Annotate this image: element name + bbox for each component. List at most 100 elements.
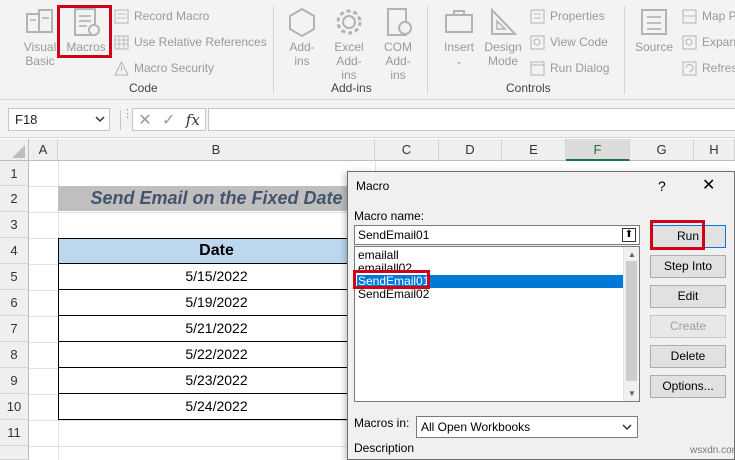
- formula-bar-separator: [120, 110, 121, 130]
- refresh-data-button[interactable]: Refresh: [682, 60, 735, 76]
- selected-macro-highlight-box: [353, 270, 430, 289]
- macros-highlight-box: [57, 5, 112, 58]
- macro-dialog: Macro ? ✕ Macro name: SendEmail01 ⬆ emai…: [347, 171, 735, 460]
- edit-button[interactable]: Edit: [650, 285, 726, 308]
- relative-references-icon: [114, 35, 129, 49]
- dialog-title: Macro: [356, 179, 390, 193]
- date-cell[interactable]: 5/23/2022: [58, 368, 375, 394]
- date-cell[interactable]: 5/24/2022: [58, 394, 375, 420]
- excel-add-ins-button[interactable]: Excel Add-ins: [327, 6, 371, 82]
- add-ins-group-label: Add-ins: [331, 81, 372, 95]
- column-header-c[interactable]: C: [375, 139, 439, 161]
- column-header-d[interactable]: D: [439, 139, 502, 161]
- chevron-down-icon[interactable]: [95, 114, 105, 124]
- macro-name-input[interactable]: SendEmail01 ⬆: [354, 225, 640, 245]
- add-ins-button[interactable]: Add-ins: [283, 6, 321, 68]
- row-header-4[interactable]: 4: [0, 238, 29, 264]
- delete-button[interactable]: Delete: [650, 345, 726, 368]
- column-header-h[interactable]: H: [694, 139, 735, 161]
- ribbon: Visual Basic Macros Record Macro Use Rel…: [0, 0, 735, 100]
- step-into-button[interactable]: Step Into: [650, 255, 726, 278]
- gear-icon: [336, 9, 362, 35]
- cancel-icon[interactable]: ✕: [138, 110, 151, 130]
- row-header-3[interactable]: 3: [0, 212, 29, 238]
- formula-input[interactable]: [208, 108, 735, 131]
- chevron-down-icon[interactable]: [620, 420, 634, 434]
- date-header-cell[interactable]: Date: [58, 238, 375, 264]
- name-box-value: F18: [15, 112, 38, 127]
- scrollbar-thumb[interactable]: [626, 261, 637, 381]
- name-box[interactable]: F18: [8, 108, 110, 131]
- properties-label: Properties: [550, 9, 605, 23]
- macros-in-select[interactable]: All Open Workbooks: [416, 416, 638, 438]
- scroll-up-icon[interactable]: ▲: [628, 250, 636, 259]
- close-icon[interactable]: ✕: [702, 175, 715, 195]
- add-ins-label: Add-ins: [289, 40, 315, 68]
- warning-icon: [114, 60, 129, 75]
- insert-function-icon[interactable]: fx: [186, 111, 200, 129]
- com-add-ins-button[interactable]: COM Add-ins: [375, 6, 421, 82]
- sheet-title-cell[interactable]: Send Email on the Fixed Date: [58, 186, 375, 211]
- use-relative-references-button[interactable]: Use Relative References: [114, 34, 267, 50]
- date-cell[interactable]: 5/15/2022: [58, 264, 375, 290]
- scroll-down-icon[interactable]: ▼: [628, 389, 636, 398]
- row-header-2[interactable]: 2: [0, 186, 29, 212]
- macro-list-scrollbar[interactable]: ▲ ▼: [623, 247, 639, 401]
- refresh-icon: [682, 61, 697, 75]
- row-header-10[interactable]: 10: [0, 394, 29, 420]
- upload-arrow-icon[interactable]: ⬆: [622, 228, 636, 242]
- excel-add-ins-label: Excel Add-ins: [334, 40, 364, 82]
- design-mode-button[interactable]: Design Mode: [482, 6, 524, 68]
- map-properties-button[interactable]: Map Pr: [682, 8, 735, 24]
- code-group-label: Code: [129, 81, 158, 95]
- date-cell[interactable]: 5/19/2022: [58, 290, 375, 316]
- record-macro-button[interactable]: Record Macro: [114, 8, 209, 24]
- macro-security-label: Macro Security: [134, 61, 215, 75]
- row-header-11[interactable]: 11: [0, 420, 29, 446]
- macro-security-button[interactable]: Macro Security: [114, 60, 214, 76]
- column-header-a[interactable]: A: [29, 139, 58, 161]
- row-header-5[interactable]: 5: [0, 264, 29, 290]
- column-header-g[interactable]: G: [630, 139, 694, 161]
- properties-button[interactable]: Properties: [530, 8, 605, 24]
- row-header-8[interactable]: 8: [0, 342, 29, 368]
- row-header-1[interactable]: 1: [0, 161, 29, 186]
- row-header-7[interactable]: 7: [0, 316, 29, 342]
- row-header-12[interactable]: [0, 446, 29, 460]
- date-cell[interactable]: 5/22/2022: [58, 342, 375, 368]
- select-all-corner[interactable]: [0, 139, 29, 161]
- date-cell[interactable]: 5/21/2022: [58, 316, 375, 342]
- chevron-down-icon: ⌄: [455, 56, 463, 66]
- description-label: Description: [354, 441, 415, 455]
- select-all-icon: [12, 145, 25, 158]
- macro-list-item[interactable]: SendEmail02: [358, 288, 429, 301]
- use-relative-references-label: Use Relative References: [134, 35, 267, 49]
- column-header-e[interactable]: E: [502, 139, 566, 161]
- row-header-6[interactable]: 6: [0, 290, 29, 316]
- view-code-label: View Code: [550, 35, 608, 49]
- view-code-button[interactable]: View Code: [530, 34, 608, 50]
- ribbon-separator: [624, 6, 625, 94]
- macros-in-value: All Open Workbooks: [421, 420, 531, 434]
- column-header-f[interactable]: F: [566, 139, 630, 161]
- row-header-9[interactable]: 9: [0, 368, 29, 394]
- ribbon-separator: [273, 6, 274, 94]
- run-dialog-button[interactable]: Run Dialog: [530, 60, 609, 76]
- check-icon[interactable]: ✓: [162, 110, 175, 130]
- record-macro-label: Record Macro: [134, 9, 210, 23]
- column-header-b[interactable]: B: [58, 139, 375, 161]
- ribbon-separator: [427, 6, 428, 94]
- create-button[interactable]: Create: [650, 315, 726, 338]
- help-button[interactable]: ?: [658, 178, 666, 194]
- triangle-ruler-icon: [491, 7, 518, 35]
- source-button[interactable]: Source: [633, 6, 675, 54]
- insert-label: Insert: [443, 40, 474, 54]
- toolbox-icon: [445, 10, 473, 33]
- expansion-packs-button[interactable]: Expan: [682, 34, 735, 50]
- com-add-ins-label: COM Add-ins: [384, 40, 412, 82]
- options-button[interactable]: Options...: [650, 375, 726, 398]
- visual-basic-icon: [26, 9, 53, 33]
- visual-basic-button[interactable]: Visual Basic: [20, 6, 60, 68]
- run-dialog-icon: [530, 61, 545, 75]
- insert-button[interactable]: Insert ⌄: [440, 6, 478, 68]
